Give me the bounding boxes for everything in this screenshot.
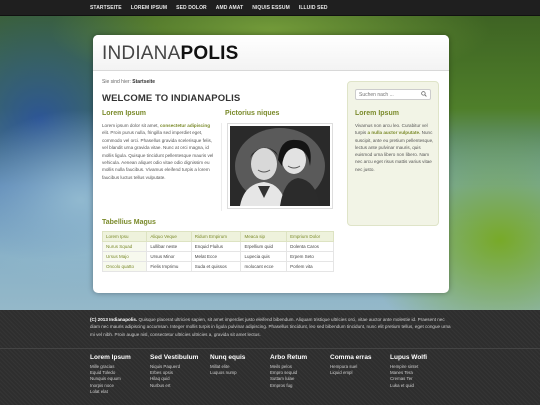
table-cell: molocant ecce (240, 261, 288, 272)
breadcrumb-prefix: Sie sind hier: (102, 79, 131, 85)
content-card: INDIANAPOLIS Sie sind hier: Startseite W… (93, 35, 449, 293)
footer-column: Nunq equis Millat elite Luquos nump (210, 354, 266, 376)
footer-link[interactable]: Lolat elat (90, 389, 146, 395)
table-cell: Enquid Fluilus (190, 241, 242, 252)
copyright-text: Quisque placerat ultricies sapien, sit a… (90, 317, 451, 337)
section-title-tabellius: Tabellius Magus (102, 219, 156, 226)
site-logo[interactable]: INDIANAPOLIS (102, 43, 238, 65)
footer-link[interactable]: Empros fug (270, 383, 326, 389)
search-icon[interactable] (421, 91, 427, 97)
sidebar-highlight: a nulla auctor vulputate. (367, 130, 421, 136)
logo-bar: INDIANAPOLIS (93, 35, 449, 71)
breadcrumb-link-startseite[interactable]: Startseite (132, 79, 155, 85)
table-header-cell: Emprium Dolor (286, 231, 334, 242)
column-divider (221, 123, 222, 211)
data-table: Lorem Ipsu Aliquo Veque Ridum Empirum Me… (101, 231, 334, 272)
table-header-cell: Meaca sip (240, 231, 288, 242)
table-cell: Melat Ecce (190, 251, 242, 262)
footer-copyright: (C) 2013 Indianapolis. Quisque placerat … (90, 316, 452, 338)
footer-column: Comma erras Hempura suel Liquid empl (330, 354, 386, 376)
table-cell: Erpellium quid (240, 241, 288, 252)
breadcrumb: Sie sind hier: Startseite (102, 79, 155, 85)
footer-column: Arbo Retum Meils pelos Empro sequid Sutt… (270, 354, 326, 389)
table-header-cell: Aliquo Veque (146, 231, 192, 242)
table-cell: Oncolo quatto (101, 261, 148, 272)
footer-link[interactable]: Luquos nump (210, 370, 266, 376)
copyright-label: (C) 2013 Indianapolis. (90, 317, 138, 322)
table-header-cell: Ridum Empirum (190, 231, 242, 242)
sidebar-text-rest: Nunc suscipit, ante eu pretium pellentes… (355, 130, 434, 172)
nav-sed-dolor[interactable]: SED DOLOR (176, 5, 207, 11)
footer-column-title: Arbo Retum (270, 354, 308, 361)
top-navigation: STARTSEITE LOREM IPSUM SED DOLOR AMD AMA… (0, 0, 540, 16)
table-cell: Porlem vita (286, 261, 334, 272)
nav-niquis-essum[interactable]: NIQUIS ESSUM (252, 5, 290, 11)
table-header-cell: Lorem Ipsu (101, 231, 148, 242)
section-title-lorem-ipsum: Lorem Ipsum (102, 110, 146, 117)
sidebar: Lorem Ipsum Vivamus non arcu leo. Curabi… (347, 81, 439, 226)
footer-column: Lupus Wolfi Hempire sintet Manes Tera Cr… (390, 354, 446, 389)
table-row: Ursus Majo Ursus Minor Melat Ecce Lupeci… (101, 251, 334, 262)
footer-column-title: Comma erras (330, 354, 372, 361)
intro-text-start: Lorem ipsum dolor sit amet, (102, 123, 159, 128)
nav-amd-amat[interactable]: AMD AMAT (216, 5, 243, 11)
table-row: Oncolo quatto Fielis Imprimu Suda et qui… (101, 261, 334, 272)
intro-text-rest: elit. Proin purus nulla, fringilla sed i… (102, 130, 214, 180)
couple-photo-illustration (230, 126, 330, 206)
table-cell: Suda et quissos (190, 261, 242, 272)
table-cell: Ursus Minor (146, 251, 192, 262)
sidebar-title: Lorem Ipsum (355, 110, 399, 117)
section-title-pictorius: Pictorius niques (225, 110, 280, 117)
table-cell: Ursus Majo (101, 251, 148, 262)
footer-divider (0, 348, 540, 349)
table-cell: Lullibar neste (146, 241, 192, 252)
logo-light-text: INDIANA (102, 43, 181, 64)
footer-column-title: Nunq equis (210, 354, 246, 361)
sidebar-paragraph: Vivamus non arcu leo. Curabitur vel turp… (355, 122, 435, 173)
photo-frame (227, 123, 333, 209)
table-cell: Erpem Seto (286, 251, 334, 262)
intro-highlight: consectetur adipiscing (159, 123, 211, 128)
footer-column-title: Sed Vestibulum (150, 354, 199, 361)
table-cell: Fielis Imprimu (146, 261, 192, 272)
footer-column: Lorem Ipsum Mille gracias Equid Toledo N… (90, 354, 146, 395)
table-cell: Nurus Squad (101, 241, 148, 252)
footer-link[interactable]: Luka et quid (390, 383, 446, 389)
table-cell: Dolenta Caros (286, 241, 334, 252)
footer-column: Sed Vestibulum Niquis Paquerd Erbes opsi… (150, 354, 206, 389)
footer-link[interactable]: Nurbus ert (150, 383, 206, 389)
footer-columns: Lorem Ipsum Mille gracias Equid Toledo N… (90, 354, 470, 404)
nav-startseite[interactable]: STARTSEITE (90, 5, 122, 11)
footer-link[interactable]: Liquid empl (330, 370, 386, 376)
table-cell: Lupecia quis (240, 251, 288, 262)
intro-paragraph: Lorem ipsum dolor sit amet, consectetur … (102, 122, 217, 181)
table-header-row: Lorem Ipsu Aliquo Veque Ridum Empirum Me… (101, 231, 334, 242)
footer-column-title: Lorem Ipsum (90, 354, 131, 361)
nav-illuid-sed[interactable]: ILLUID SED (299, 5, 328, 11)
nav-lorem-ipsum[interactable]: LOREM IPSUM (131, 5, 167, 11)
table-row: Nurus Squad Lullibar neste Enquid Fluilu… (101, 241, 334, 252)
logo-bold-text: POLIS (180, 43, 239, 64)
search-input[interactable] (355, 89, 431, 100)
footer-column-title: Lupus Wolfi (390, 354, 428, 361)
page-title: WELCOME TO INDIANAPOLIS (102, 93, 241, 104)
vintage-couple-photo (230, 126, 330, 206)
